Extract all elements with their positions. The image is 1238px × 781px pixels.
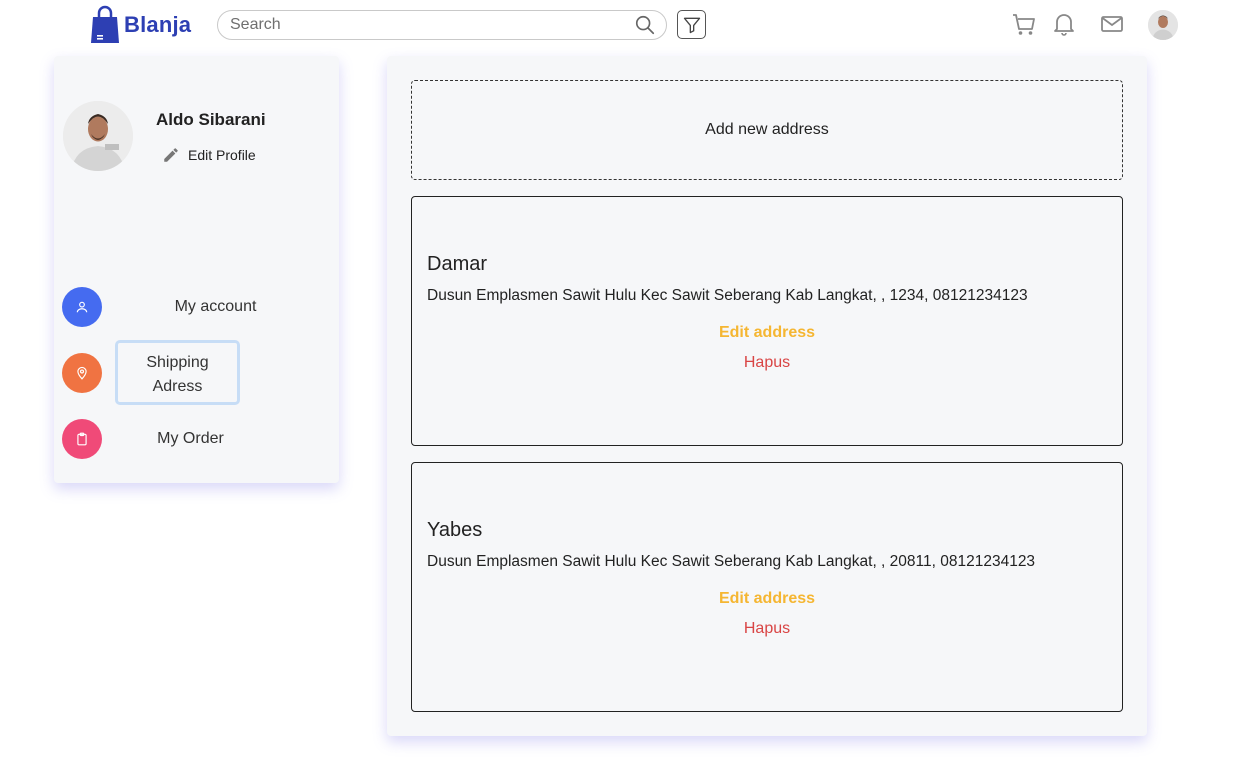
profile-avatar: [63, 101, 133, 171]
edit-profile-link[interactable]: Edit Profile: [162, 146, 256, 164]
filter-button[interactable]: [677, 10, 706, 39]
address-recipient-name: Damar: [427, 253, 488, 275]
address-card: Yabes Dusun Emplasmen Sawit Hulu Kec Saw…: [411, 462, 1123, 712]
profile-sidebar: Aldo Sibarani Edit Profile My account Sh…: [54, 56, 339, 483]
mail-button[interactable]: [1098, 10, 1126, 38]
sidebar-item-my-order[interactable]: My Order: [62, 419, 253, 459]
address-details: Dusun Emplasmen Sawit Hulu Kec Sawit Seb…: [427, 287, 1028, 304]
delete-address-label: Hapus: [743, 620, 791, 637]
clipboard-icon: [77, 432, 87, 446]
menu-icon-circle: [62, 352, 102, 393]
brand-name: Blanja: [124, 12, 192, 37]
shipping-address-panel: Add new address Damar Dusun Emplasmen Sa…: [387, 56, 1147, 736]
mail-icon: [1101, 16, 1123, 32]
edit-profile-label: Edit Profile: [188, 147, 256, 163]
address-card: Damar Dusun Emplasmen Sawit Hulu Kec Saw…: [411, 196, 1123, 446]
avatar-image: [1148, 10, 1178, 40]
shopping-bag-icon: [91, 5, 119, 43]
add-address-label: Add new address: [705, 121, 829, 138]
menu-icon-circle: [62, 419, 102, 459]
location-pin-icon: [77, 366, 87, 380]
cart-icon: [1013, 14, 1035, 35]
notification-button[interactable]: [1050, 10, 1078, 38]
address-recipient-name: Yabes: [427, 519, 483, 541]
delete-address-button[interactable]: Hapus: [412, 354, 1122, 372]
search-input[interactable]: [230, 16, 634, 34]
top-navbar: Blanja: [0, 0, 1238, 52]
edit-address-label: Edit address: [718, 590, 816, 607]
pencil-icon: [164, 148, 178, 162]
filter-icon: [683, 17, 700, 33]
profile-photo: [63, 101, 133, 171]
user-icon: [76, 301, 88, 313]
menu-icon-circle: [62, 287, 102, 327]
header-actions: [1010, 10, 1126, 38]
delete-address-label: Hapus: [743, 354, 791, 371]
sidebar-item-shipping-address[interactable]: Shipping Adress: [62, 340, 240, 405]
sidebar-item-my-account[interactable]: My account: [62, 287, 278, 327]
cart-button[interactable]: [1010, 10, 1038, 38]
search-bar[interactable]: [217, 10, 667, 40]
edit-address-button[interactable]: Edit address: [412, 324, 1122, 342]
profile-name: Aldo Sibarani: [156, 110, 266, 129]
edit-address-button[interactable]: Edit address: [412, 590, 1122, 608]
address-details: Dusun Emplasmen Sawit Hulu Kec Sawit Seb…: [427, 553, 1036, 570]
delete-address-button[interactable]: Hapus: [412, 620, 1122, 638]
edit-address-label: Edit address: [718, 324, 816, 341]
sidebar-item-label: Shipping Adress: [115, 340, 240, 405]
brand-logo[interactable]: Blanja: [90, 5, 191, 45]
add-new-address-button[interactable]: Add new address: [411, 80, 1123, 180]
sidebar-item-label: My Order: [157, 430, 224, 447]
search-icon[interactable]: [634, 14, 656, 36]
bell-icon: [1054, 14, 1074, 36]
user-avatar[interactable]: [1148, 10, 1178, 40]
sidebar-item-label: My account: [174, 298, 257, 315]
